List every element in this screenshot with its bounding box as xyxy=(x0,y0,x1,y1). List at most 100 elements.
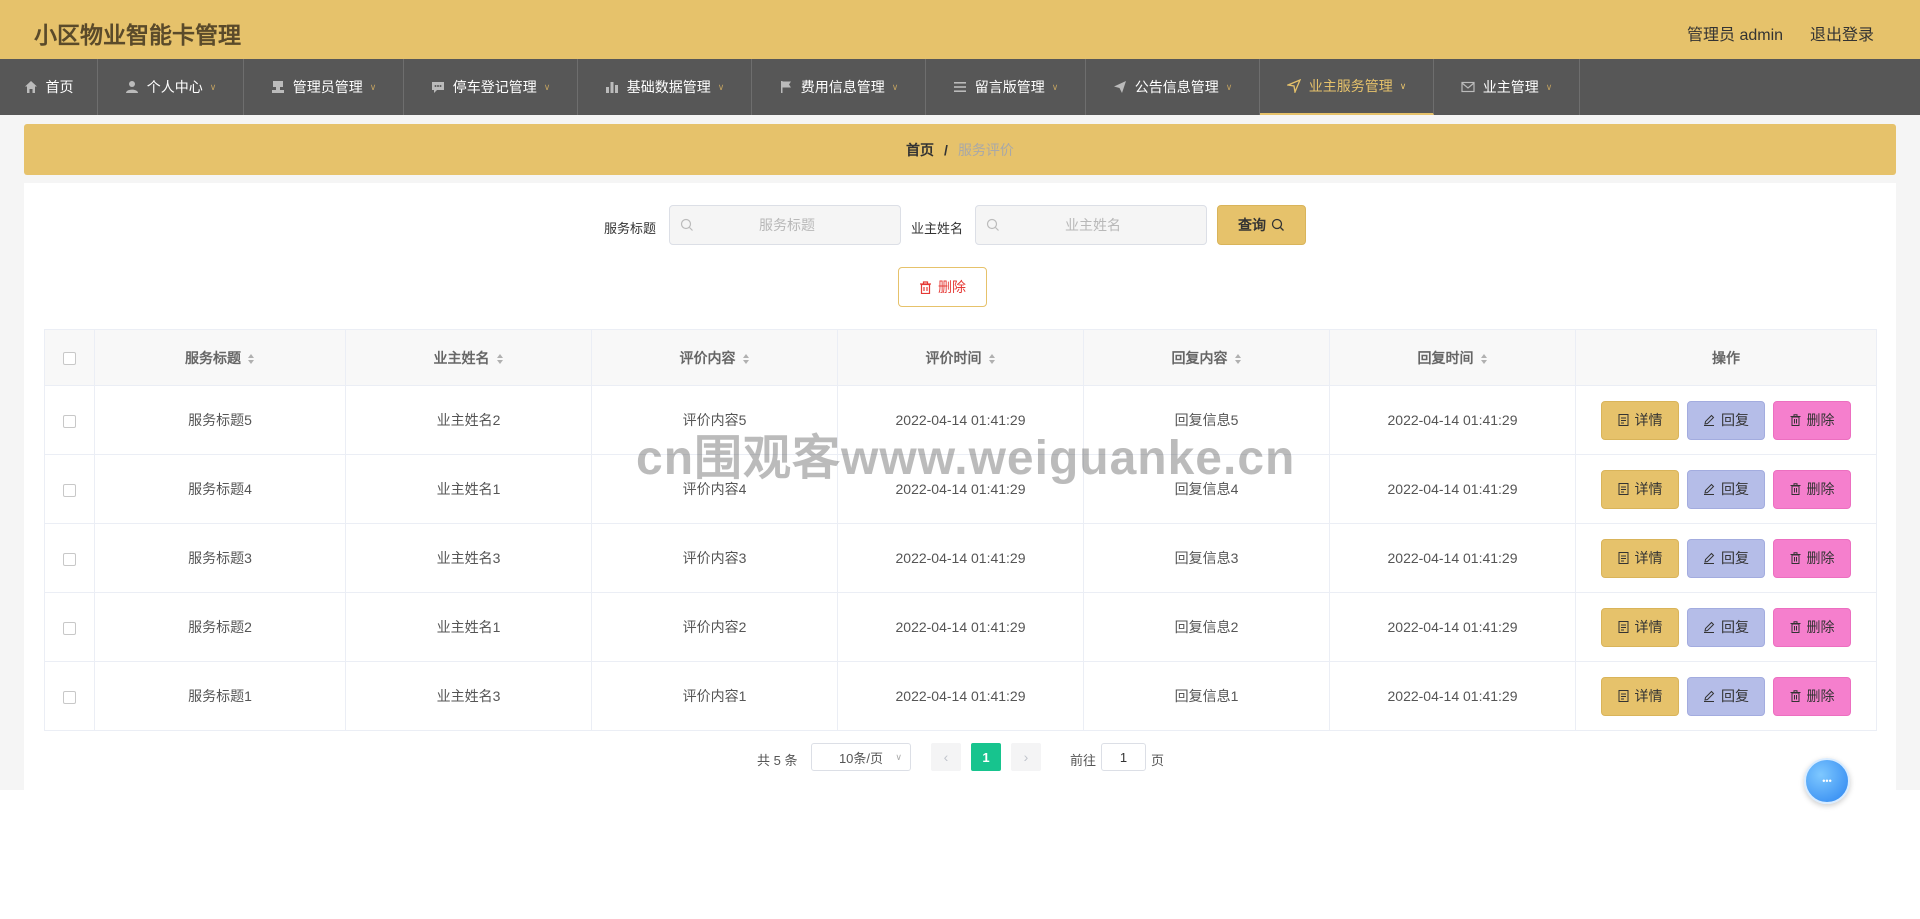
sort-icon xyxy=(742,353,749,364)
row-checkbox[interactable] xyxy=(63,483,76,497)
sort-icon xyxy=(1480,353,1487,364)
delete-button[interactable]: 删除 xyxy=(1773,400,1851,440)
reply-button[interactable]: 回复 xyxy=(1687,469,1765,509)
pagination-total: 共 5 条 xyxy=(757,753,798,768)
column-header[interactable]: 评价内容 xyxy=(591,329,838,386)
breadcrumb-home[interactable]: 首页 xyxy=(906,140,934,160)
chevron-down-icon: ∨ xyxy=(891,81,899,92)
query-button[interactable]: 查询 xyxy=(1217,205,1306,245)
cell-reply-time: 2022-04-14 01:41:29 xyxy=(1329,523,1576,593)
delete-button[interactable]: 删除 xyxy=(1773,469,1851,509)
edit-icon xyxy=(1704,690,1715,702)
nav-item-admin[interactable]: 管理员管理 ∨ xyxy=(244,59,404,115)
select-all-checkbox[interactable] xyxy=(63,352,76,366)
goto-page-input[interactable] xyxy=(1101,743,1146,771)
cell-content: 评价内容1 xyxy=(591,661,838,731)
batch-delete-label: 删除 xyxy=(938,279,966,295)
row-checkbox[interactable] xyxy=(63,552,76,566)
logout-link[interactable]: 退出登录 xyxy=(1810,21,1874,45)
edit-icon xyxy=(1704,414,1715,426)
nav-item-personal[interactable]: 个人中心 ∨ xyxy=(98,59,244,115)
nav-item-label: 首页 xyxy=(45,79,74,95)
detail-button[interactable]: 详情 xyxy=(1601,607,1679,647)
column-header[interactable]: 回复时间 xyxy=(1329,329,1576,386)
chart-icon xyxy=(605,82,618,93)
column-header[interactable]: 评价时间 xyxy=(837,329,1084,386)
delete-button[interactable]: 删除 xyxy=(1773,538,1851,578)
document-icon xyxy=(1618,621,1628,633)
cell-owner: 业主姓名3 xyxy=(345,661,592,731)
prev-page-button[interactable]: ‹ xyxy=(931,743,961,771)
user-icon xyxy=(125,81,138,93)
query-button-label: 查询 xyxy=(1238,217,1266,233)
detail-button[interactable]: 详情 xyxy=(1601,538,1679,578)
cell-content: 评价内容3 xyxy=(591,523,838,593)
nav-item-messages[interactable]: 留言版管理 ∨ xyxy=(926,59,1086,115)
next-page-button[interactable]: › xyxy=(1011,743,1041,771)
nav-item-home[interactable]: 首页 xyxy=(0,59,98,115)
cell-reply: 回复信息5 xyxy=(1083,385,1330,455)
nav-item-label: 停车登记管理 xyxy=(452,79,537,95)
detail-button[interactable]: 详情 xyxy=(1601,400,1679,440)
column-header[interactable]: 服务标题 xyxy=(94,329,346,386)
delete-button[interactable]: 删除 xyxy=(1773,607,1851,647)
column-header[interactable]: 回复内容 xyxy=(1083,329,1330,386)
document-icon xyxy=(1618,414,1628,426)
cell-time: 2022-04-14 01:41:29 xyxy=(837,454,1084,524)
name-search-input[interactable] xyxy=(1000,217,1186,233)
breadcrumb-current: 服务评价 xyxy=(957,141,1014,158)
nav-item-owners[interactable]: 业主管理 ∨ xyxy=(1434,59,1580,115)
location-icon xyxy=(1286,79,1301,93)
row-select-cell xyxy=(44,385,95,455)
row-checkbox[interactable] xyxy=(63,690,76,704)
edit-icon xyxy=(1704,552,1715,564)
chevron-down-icon: ∨ xyxy=(1051,81,1059,92)
breadcrumb: 首页 / 服务评价 xyxy=(24,124,1896,175)
nav-item-owner-service[interactable]: 业主服务管理 ∨ xyxy=(1260,59,1434,115)
document-icon xyxy=(1618,483,1628,495)
nav-item-parking[interactable]: 停车登记管理 ∨ xyxy=(404,59,578,115)
chevron-down-icon: ∨ xyxy=(895,752,902,762)
search-icon xyxy=(1271,218,1284,231)
table-row: 服务标题1 业主姓名3 评价内容1 2022-04-14 01:41:29 回复信息1 2… xyxy=(44,661,1877,731)
detail-button[interactable]: 详情 xyxy=(1601,469,1679,509)
reply-button[interactable]: 回复 xyxy=(1687,538,1765,578)
nav-item-label: 公告信息管理 xyxy=(1134,79,1219,95)
column-title: 评价内容 xyxy=(679,349,736,366)
cell-content: 评价内容5 xyxy=(591,385,838,455)
row-checkbox[interactable] xyxy=(63,414,76,428)
nav-item-fees[interactable]: 费用信息管理 ∨ xyxy=(752,59,926,115)
title-search-label: 服务标题 xyxy=(604,221,657,236)
edit-icon xyxy=(1704,483,1715,495)
goto-suffix: 页 xyxy=(1151,753,1165,768)
batch-delete-button[interactable]: 删除 xyxy=(898,267,987,307)
trash-icon xyxy=(1790,414,1800,426)
chevron-down-icon: ∨ xyxy=(1545,81,1553,92)
delete-button[interactable]: 删除 xyxy=(1773,676,1851,716)
trash-icon xyxy=(1790,483,1800,495)
chevron-right-icon: › xyxy=(1023,749,1029,765)
detail-label: 详情 xyxy=(1634,619,1663,635)
reply-button[interactable]: 回复 xyxy=(1687,676,1765,716)
reply-button[interactable]: 回复 xyxy=(1687,607,1765,647)
reply-button[interactable]: 回复 xyxy=(1687,400,1765,440)
cell-reply-time: 2022-04-14 01:41:29 xyxy=(1329,592,1576,662)
cell-reply: 回复信息1 xyxy=(1083,661,1330,731)
trash-icon xyxy=(1790,552,1800,564)
detail-button[interactable]: 详情 xyxy=(1601,676,1679,716)
nav-item-label: 费用信息管理 xyxy=(800,79,885,95)
document-icon xyxy=(1618,552,1628,564)
actions-cell: 详情 回复 删除 xyxy=(1575,385,1877,455)
page-size-select[interactable]: 10条/页 ∨ xyxy=(811,743,911,771)
cell-owner: 业主姓名1 xyxy=(345,592,592,662)
list-icon xyxy=(953,82,966,92)
column-header[interactable]: 业主姓名 xyxy=(345,329,592,386)
page-number-button[interactable]: 1 xyxy=(971,743,1001,771)
nav-item-basic-data[interactable]: 基础数据管理 ∨ xyxy=(578,59,752,115)
title-search-input[interactable] xyxy=(694,217,880,233)
nav-item-notices[interactable]: 公告信息管理 ∨ xyxy=(1086,59,1260,115)
cell-reply-time: 2022-04-14 01:41:29 xyxy=(1329,661,1576,731)
row-checkbox[interactable] xyxy=(63,621,76,635)
floating-assistant-button[interactable]: ••• xyxy=(1804,758,1850,804)
mail-icon xyxy=(1461,81,1475,93)
